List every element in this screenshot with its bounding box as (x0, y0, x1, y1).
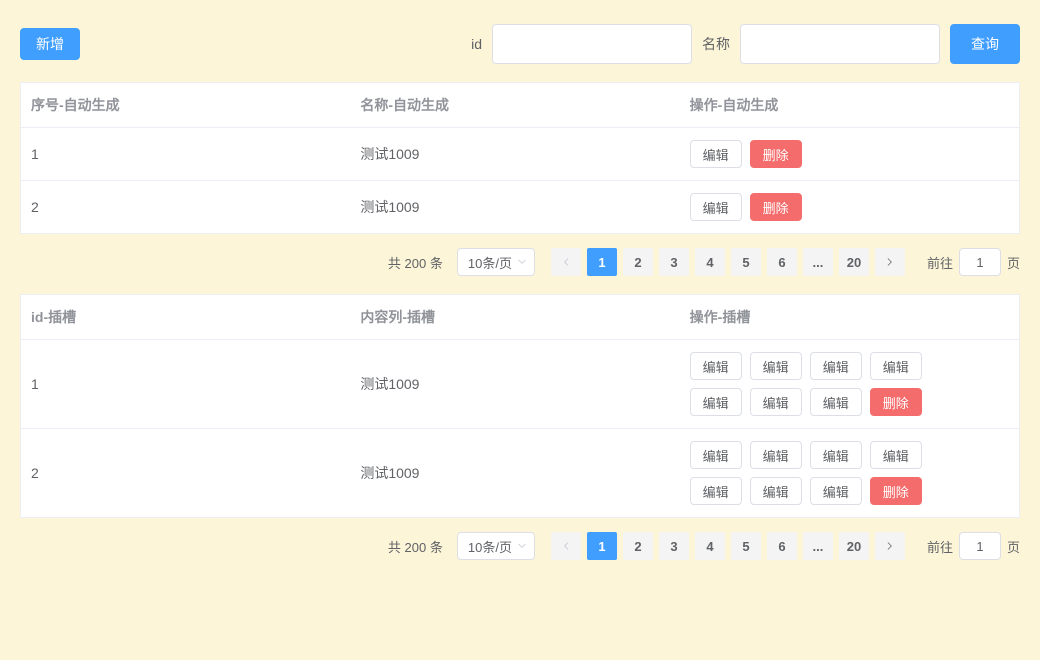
th-name: 名称-自动生成 (350, 83, 679, 127)
jump-suffix: 页 (1007, 253, 1020, 272)
delete-button[interactable]: 删除 (870, 388, 922, 416)
cell-name: 测试1009 (350, 340, 679, 428)
edit-button[interactable]: 编辑 (810, 388, 862, 416)
add-button[interactable]: 新增 (20, 28, 80, 60)
table-header: id-插槽 内容列-插槽 操作-插槽 (21, 295, 1019, 340)
page-size-label: 10条/页 (468, 537, 512, 556)
page-size-select[interactable]: 10条/页 (457, 532, 535, 560)
page-button[interactable]: 2 (623, 532, 653, 560)
th-name: 内容列-插槽 (350, 295, 679, 339)
jump-suffix: 页 (1007, 537, 1020, 556)
chevron-down-icon (516, 256, 528, 268)
chevron-down-icon (516, 540, 528, 552)
cell-name: 测试1009 (350, 181, 679, 233)
name-label: 名称 (702, 34, 730, 54)
th-ops: 操作-自动生成 (680, 83, 1019, 127)
table-row: 1 测试1009 编辑 删除 (21, 128, 1019, 181)
page-button[interactable]: 3 (659, 248, 689, 276)
delete-button[interactable]: 删除 (870, 477, 922, 505)
page-button[interactable]: 2 (623, 248, 653, 276)
th-seq: id-插槽 (21, 295, 350, 339)
table-auto: 序号-自动生成 名称-自动生成 操作-自动生成 1 测试1009 编辑 删除 2… (20, 82, 1020, 234)
cell-seq: 1 (21, 340, 350, 428)
page-button[interactable]: 20 (839, 532, 869, 560)
page-button[interactable]: 4 (695, 248, 725, 276)
page-button[interactable]: 5 (731, 248, 761, 276)
jump-prefix: 前往 (927, 253, 953, 272)
id-input[interactable] (492, 24, 692, 64)
pagination-jump: 前往 页 (927, 248, 1020, 276)
cell-seq: 2 (21, 181, 350, 233)
name-input[interactable] (740, 24, 940, 64)
page-button[interactable]: 1 (587, 532, 617, 560)
th-seq: 序号-自动生成 (21, 83, 350, 127)
table-slot: id-插槽 内容列-插槽 操作-插槽 1 测试1009 编辑 编辑 编辑 编辑 … (20, 294, 1020, 518)
pagination-1: 共 200 条 10条/页 1 2 3 4 5 6 ... 20 前往 页 (20, 248, 1020, 276)
th-ops: 操作-插槽 (680, 295, 1019, 339)
edit-button[interactable]: 编辑 (690, 352, 742, 380)
edit-button[interactable]: 编辑 (690, 140, 742, 168)
pages-ellipsis[interactable]: ... (803, 532, 833, 560)
jump-prefix: 前往 (927, 537, 953, 556)
page-button[interactable]: 3 (659, 532, 689, 560)
cell-seq: 1 (21, 128, 350, 180)
search-button[interactable]: 查询 (950, 24, 1020, 64)
pagination-2: 共 200 条 10条/页 1 2 3 4 5 6 ... 20 前往 页 (20, 532, 1020, 560)
edit-button[interactable]: 编辑 (810, 441, 862, 469)
delete-button[interactable]: 删除 (750, 193, 802, 221)
cell-name: 测试1009 (350, 128, 679, 180)
edit-button[interactable]: 编辑 (810, 352, 862, 380)
table-row: 2 测试1009 编辑 删除 (21, 181, 1019, 233)
cell-ops: 编辑 删除 (680, 128, 1019, 180)
delete-button[interactable]: 删除 (750, 140, 802, 168)
edit-button[interactable]: 编辑 (750, 441, 802, 469)
prev-page-button[interactable] (551, 532, 581, 560)
pagination-jump: 前往 页 (927, 532, 1020, 560)
jump-input[interactable] (959, 248, 1001, 276)
pagination-total: 共 200 条 (388, 253, 443, 272)
cell-ops: 编辑 删除 (680, 181, 1019, 233)
search-form: id 名称 查询 (471, 24, 1020, 64)
page-button[interactable]: 1 (587, 248, 617, 276)
table-row: 2 测试1009 编辑 编辑 编辑 编辑 编辑 编辑 编辑 删除 (21, 429, 1019, 517)
table-header: 序号-自动生成 名称-自动生成 操作-自动生成 (21, 83, 1019, 128)
edit-button[interactable]: 编辑 (750, 352, 802, 380)
page-button[interactable]: 4 (695, 532, 725, 560)
edit-button[interactable]: 编辑 (750, 388, 802, 416)
toolbar: 新增 id 名称 查询 (20, 0, 1020, 72)
jump-input[interactable] (959, 532, 1001, 560)
chevron-left-icon (560, 540, 572, 552)
next-page-button[interactable] (875, 532, 905, 560)
cell-seq: 2 (21, 429, 350, 517)
cell-name: 测试1009 (350, 429, 679, 517)
chevron-right-icon (884, 540, 896, 552)
page-button[interactable]: 6 (767, 248, 797, 276)
page-button[interactable]: 20 (839, 248, 869, 276)
edit-button[interactable]: 编辑 (750, 477, 802, 505)
edit-button[interactable]: 编辑 (690, 193, 742, 221)
pages-ellipsis[interactable]: ... (803, 248, 833, 276)
edit-button[interactable]: 编辑 (870, 352, 922, 380)
page-size-select[interactable]: 10条/页 (457, 248, 535, 276)
cell-ops: 编辑 编辑 编辑 编辑 编辑 编辑 编辑 删除 (680, 429, 1019, 517)
chevron-right-icon (884, 256, 896, 268)
edit-button[interactable]: 编辑 (690, 388, 742, 416)
page-button[interactable]: 5 (731, 532, 761, 560)
page-size-label: 10条/页 (468, 253, 512, 272)
pagination-total: 共 200 条 (388, 537, 443, 556)
chevron-left-icon (560, 256, 572, 268)
edit-button[interactable]: 编辑 (690, 441, 742, 469)
prev-page-button[interactable] (551, 248, 581, 276)
cell-ops: 编辑 编辑 编辑 编辑 编辑 编辑 编辑 删除 (680, 340, 1019, 428)
next-page-button[interactable] (875, 248, 905, 276)
edit-button[interactable]: 编辑 (870, 441, 922, 469)
table-row: 1 测试1009 编辑 编辑 编辑 编辑 编辑 编辑 编辑 删除 (21, 340, 1019, 429)
edit-button[interactable]: 编辑 (810, 477, 862, 505)
id-label: id (471, 36, 482, 52)
page-button[interactable]: 6 (767, 532, 797, 560)
edit-button[interactable]: 编辑 (690, 477, 742, 505)
